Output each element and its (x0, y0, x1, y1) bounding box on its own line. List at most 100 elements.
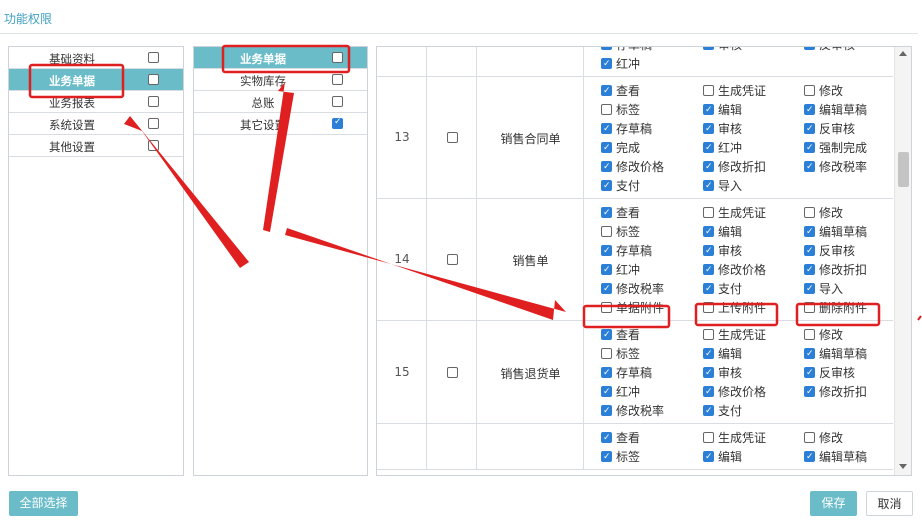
permission-checkbox[interactable] (601, 326, 612, 344)
permission-checkbox[interactable] (601, 226, 612, 237)
permission-checkbox[interactable] (601, 429, 612, 447)
permission-checkbox[interactable] (703, 261, 714, 279)
permission-checkbox[interactable] (601, 448, 612, 466)
permission-label: 反审核 (819, 366, 856, 380)
permission-checkbox[interactable] (601, 302, 612, 313)
permission-checkbox[interactable] (601, 261, 612, 279)
permission-checkbox[interactable] (804, 47, 815, 54)
permission-checkbox[interactable] (601, 120, 612, 138)
permission-checkbox[interactable] (703, 302, 714, 313)
permission-checkbox[interactable] (703, 364, 714, 382)
panel2-item[interactable]: 总账 (194, 91, 367, 113)
permission-label: 编辑草稿 (819, 450, 868, 464)
row-checkbox[interactable] (447, 254, 458, 265)
permission-checkbox[interactable] (804, 242, 815, 260)
permission-checkbox[interactable] (703, 223, 714, 241)
permission-checkbox[interactable] (703, 177, 714, 195)
tab-bar: 功能权限 (0, 0, 918, 34)
permission-checkbox[interactable] (804, 432, 815, 443)
scroll-up-icon[interactable] (899, 51, 907, 56)
permission-checkbox[interactable] (804, 139, 815, 157)
permission-checkbox[interactable] (703, 329, 714, 340)
permission-checkbox[interactable] (601, 242, 612, 260)
permission-checkbox[interactable] (601, 364, 612, 382)
row-name: 销售退货单 (500, 367, 561, 381)
grid-scrollbar[interactable] (894, 47, 911, 475)
permission-checkbox[interactable] (601, 280, 612, 298)
permission-checkbox[interactable] (703, 158, 714, 176)
panel1-item-checkbox[interactable] (148, 52, 159, 63)
row-checkbox[interactable] (447, 367, 458, 378)
permission-checkbox[interactable] (804, 101, 815, 119)
panel1-item[interactable]: 基础资料 (9, 47, 183, 69)
permission-checkbox[interactable] (703, 120, 714, 138)
permission-label: 查看 (616, 328, 641, 342)
panel2-item[interactable]: 实物库存 (194, 69, 367, 91)
permission-checkbox[interactable] (601, 348, 612, 359)
select-all-button[interactable]: 全部选择 (9, 491, 78, 516)
permission-label: 查看 (616, 206, 641, 220)
permission-checkbox[interactable] (601, 47, 612, 54)
permission-checkbox[interactable] (703, 448, 714, 466)
save-button[interactable]: 保存 (810, 491, 857, 516)
permission-checkbox[interactable] (703, 345, 714, 363)
permission-checkbox[interactable] (703, 47, 714, 54)
panel1-item-checkbox[interactable] (148, 140, 159, 151)
permission-checkbox[interactable] (703, 85, 714, 96)
panel1-item-checkbox[interactable] (148, 96, 159, 107)
panel1-item[interactable]: 业务单据 (9, 69, 183, 91)
table-cell (477, 424, 584, 469)
permission-label: 上传附件 (718, 301, 767, 315)
permission-checkbox[interactable] (703, 101, 714, 119)
permission-checkbox[interactable] (804, 345, 815, 363)
panel2-item-checkbox[interactable] (332, 52, 343, 63)
permission-label: 存草稿 (616, 244, 653, 258)
row-checkbox[interactable] (447, 132, 458, 143)
permission-checkbox[interactable] (601, 82, 612, 100)
permission-checkbox[interactable] (601, 204, 612, 222)
scroll-down-icon[interactable] (899, 464, 907, 469)
permission-checkbox[interactable] (804, 85, 815, 96)
permission-checkbox[interactable] (703, 242, 714, 260)
permission-label: 删除附件 (819, 301, 868, 315)
panel1-item-checkbox[interactable] (148, 118, 159, 129)
permission-checkbox[interactable] (804, 223, 815, 241)
permission-checkbox[interactable] (804, 120, 815, 138)
permission-checkbox[interactable] (703, 139, 714, 157)
panel1-item[interactable]: 其他设置 (9, 135, 183, 157)
permission-checkbox[interactable] (703, 432, 714, 443)
panel2-item-checkbox[interactable] (332, 74, 343, 85)
permission-checkbox[interactable] (804, 280, 815, 298)
permission-checkbox[interactable] (601, 177, 612, 195)
permission-checkbox[interactable] (601, 158, 612, 176)
cancel-button[interactable]: 取消 (866, 491, 913, 516)
panel2-item-checkbox[interactable] (332, 96, 343, 107)
permission-checkbox[interactable] (601, 104, 612, 115)
permission-checkbox[interactable] (601, 55, 612, 73)
permission-checkbox[interactable] (804, 158, 815, 176)
permission-checkbox[interactable] (703, 383, 714, 401)
permission-checkbox[interactable] (601, 139, 612, 157)
panel1-item-checkbox[interactable] (148, 74, 159, 85)
panel2-item[interactable]: 业务单据 (194, 47, 367, 69)
tab-function-permission[interactable]: 功能权限 (4, 10, 52, 27)
permission-checkbox[interactable] (601, 402, 612, 420)
panel1-item[interactable]: 业务报表 (9, 91, 183, 113)
permission-checkbox[interactable] (804, 207, 815, 218)
permission-checkbox[interactable] (804, 383, 815, 401)
permission-checkbox[interactable] (804, 329, 815, 340)
panel2-item[interactable]: 其它设置 (194, 113, 367, 135)
permission-checkbox[interactable] (703, 402, 714, 420)
permission-checkbox[interactable] (703, 207, 714, 218)
panel2-item-checkbox[interactable] (332, 117, 343, 129)
permission-checkbox[interactable] (804, 448, 815, 466)
scroll-thumb[interactable] (898, 152, 909, 187)
permission-checkbox[interactable] (804, 364, 815, 382)
permission-checkbox[interactable] (804, 302, 815, 313)
permission-checkbox[interactable] (804, 261, 815, 279)
permission-checkbox[interactable] (601, 383, 612, 401)
panel1-item[interactable]: 系统设置 (9, 113, 183, 135)
permission-checkbox[interactable] (703, 280, 714, 298)
permission-label: 反审核 (819, 244, 856, 258)
permission-label: 生成凭证 (718, 206, 767, 220)
